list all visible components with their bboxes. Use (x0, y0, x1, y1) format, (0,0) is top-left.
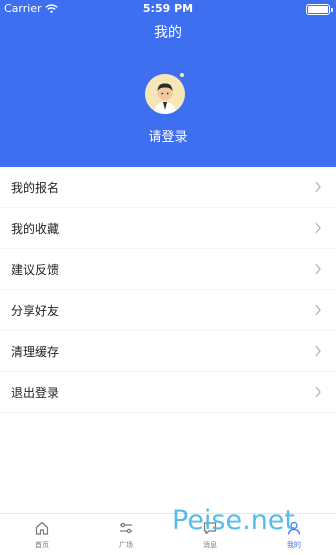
page-title: 我的 (154, 25, 182, 41)
menu-item-logout[interactable]: 退出登录 (0, 372, 336, 413)
menu-item-label: 分享好友 (11, 303, 60, 318)
chevron-right-icon (315, 386, 321, 398)
menu-item-favorites[interactable]: 我的收藏 (0, 208, 336, 249)
sliders-icon (120, 522, 132, 534)
menu-item-clear-cache[interactable]: 清理缓存 (0, 331, 336, 372)
avatar-badge-dot (180, 73, 184, 77)
status-time: 5:59 PM (142, 2, 194, 15)
avatar[interactable] (145, 74, 185, 114)
avatar-icon (145, 74, 185, 114)
chevron-right-icon (315, 263, 321, 275)
menu-item-label: 我的报名 (11, 180, 60, 195)
profile-menu: 我的报名 我的收藏 建议反馈 分享好友 清理缓存 退出登录 (0, 167, 336, 413)
profile-header: Carrier 5:59 PM 我的 请登录 (0, 0, 336, 167)
menu-item-label: 建议反馈 (11, 262, 60, 277)
tab-home[interactable]: 首页 (0, 514, 84, 555)
tab-square[interactable]: 广场 (84, 514, 168, 555)
menu-item-label: 清理缓存 (11, 344, 60, 359)
menu-item-feedback[interactable]: 建议反馈 (0, 249, 336, 290)
login-prompt[interactable]: 请登录 (0, 126, 336, 145)
chevron-right-icon (315, 304, 321, 316)
menu-item-share[interactable]: 分享好友 (0, 290, 336, 331)
menu-item-label: 退出登录 (11, 385, 60, 400)
tab-label: 首页 (35, 541, 49, 549)
tab-label: 消息 (203, 541, 217, 549)
menu-item-label: 我的收藏 (11, 221, 60, 236)
status-bar: Carrier 5:59 PM (0, 0, 336, 20)
tab-label: 广场 (119, 541, 133, 549)
chevron-right-icon (315, 345, 321, 357)
home-icon (35, 521, 49, 535)
tab-label: 我的 (287, 541, 301, 549)
chevron-right-icon (315, 222, 321, 234)
watermark-logo: Peise.net (172, 505, 296, 536)
chevron-right-icon (315, 181, 321, 193)
menu-item-registrations[interactable]: 我的报名 (0, 167, 336, 208)
battery-icon (306, 4, 333, 15)
